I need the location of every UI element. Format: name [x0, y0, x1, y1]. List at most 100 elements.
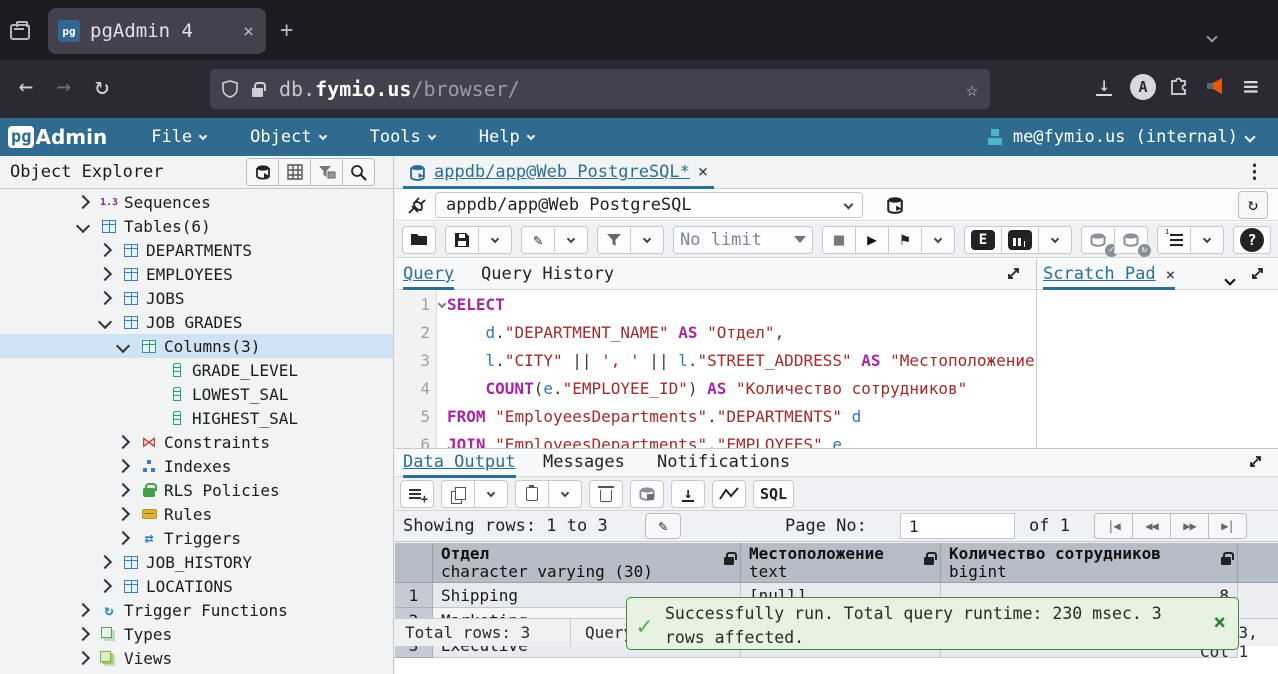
edit-pencil-button[interactable]: ✎: [521, 226, 555, 254]
tree-item-views[interactable]: Views: [0, 646, 393, 670]
sql-editor[interactable]: 123456 SELECT d."DEPARTMENT_NAME" AS "От…: [395, 291, 1036, 448]
save-dropdown-button[interactable]: [478, 226, 512, 254]
back-button[interactable]: ←: [8, 72, 44, 100]
expander-chevron-icon[interactable]: [76, 219, 90, 233]
tab-data-output[interactable]: Data Output: [403, 452, 516, 478]
code-line[interactable]: FROM "EmployeesDepartments"."DEPARTMENTS…: [447, 403, 1036, 431]
list-all-tabs-icon[interactable]: [1208, 26, 1216, 45]
last-page-button[interactable]: ▶|: [1208, 513, 1247, 539]
forward-button[interactable]: →: [46, 72, 82, 100]
tree-item-columns-3-[interactable]: Columns(3): [0, 334, 393, 358]
tree-item-lowest-sal[interactable]: LOWEST_SAL: [0, 382, 393, 406]
search-button[interactable]: [342, 158, 375, 186]
expander-chevron-icon[interactable]: [98, 291, 112, 305]
expander-chevron-icon[interactable]: [76, 651, 90, 665]
database-quick-search-button[interactable]: [246, 158, 279, 186]
stop-button[interactable]: ■: [822, 226, 856, 254]
shield-icon[interactable]: [222, 80, 238, 98]
graph-visualiser-button[interactable]: [712, 480, 746, 508]
tree-item-constraints[interactable]: ⋈Constraints: [0, 430, 393, 454]
toast-close-icon[interactable]: ×: [1213, 610, 1226, 634]
expander-chevron-icon[interactable]: [98, 579, 112, 593]
code-line[interactable]: JOIN "EmployeesDepartments"."EMPLOYEES" …: [447, 431, 1036, 448]
execute-options-flag-button[interactable]: ⚑: [888, 226, 922, 254]
open-file-button[interactable]: [402, 226, 436, 254]
tab-messages[interactable]: Messages: [543, 452, 625, 472]
megaphone-extension-icon[interactable]: [1205, 75, 1229, 97]
firefox-view-icon[interactable]: [10, 20, 34, 42]
hamburger-menu-icon[interactable]: ≡: [1243, 72, 1259, 102]
account-icon[interactable]: A: [1130, 74, 1156, 100]
downloads-icon[interactable]: ↓: [1096, 74, 1112, 96]
menu-file[interactable]: File: [151, 127, 206, 147]
menu-tools[interactable]: Tools: [370, 127, 435, 147]
copy-button[interactable]: [441, 480, 475, 508]
expander-chevron-icon[interactable]: [116, 435, 130, 449]
grid-column-header[interactable]: Местоположение text: [741, 543, 941, 582]
address-bar[interactable]: db.fymio.us/browser/ ☆: [210, 69, 990, 109]
tree-item-trigger-functions[interactable]: ↻Trigger Functions: [0, 598, 393, 622]
explain-analyze-chart-button[interactable]: [1001, 226, 1039, 254]
tab-query[interactable]: Query: [403, 264, 454, 290]
add-row-button[interactable]: [400, 480, 434, 508]
expander-chevron-icon[interactable]: [116, 483, 130, 497]
delete-row-button[interactable]: [589, 480, 623, 508]
expander-chevron-icon[interactable]: [116, 507, 130, 521]
tree-item-departments[interactable]: DEPARTMENTS: [0, 238, 393, 262]
tree-item-triggers[interactable]: ⇄Triggers: [0, 526, 393, 550]
execute-dropdown-button[interactable]: [921, 226, 955, 254]
expander-chevron-icon[interactable]: [116, 339, 130, 353]
edit-rows-pencil-button[interactable]: ✎: [645, 513, 681, 539]
limit-select[interactable]: No limit: [673, 226, 813, 254]
scratch-pad-body[interactable]: [1037, 291, 1278, 448]
expander-chevron-icon[interactable]: [98, 267, 112, 281]
tree-item-job-grades[interactable]: JOB GRADES: [0, 310, 393, 334]
code-line[interactable]: l."CITY" || ', ' || l."STREET_ADDRESS" A…: [447, 347, 1036, 375]
tree-item-locations[interactable]: LOCATIONS: [0, 574, 393, 598]
paste-dropdown-button[interactable]: [548, 480, 582, 508]
query-tool-tab[interactable]: appdb/app@Web PostgreSQL* ×: [403, 158, 714, 189]
expander-chevron-icon[interactable]: [98, 243, 112, 257]
collapse-scratch-pad-icon[interactable]: [1226, 269, 1234, 288]
commit-database-icon[interactable]: ✓: [1081, 226, 1115, 254]
explain-dropdown-button[interactable]: [1038, 226, 1072, 254]
tree-item-job-history[interactable]: JOB_HISTORY: [0, 550, 393, 574]
scratch-pad-close-icon[interactable]: ×: [1166, 265, 1176, 284]
grid-view-button[interactable]: [278, 158, 311, 186]
code-line[interactable]: d."DEPARTMENT_NAME" AS "Отдел",: [447, 319, 1036, 347]
lock-icon[interactable]: [252, 88, 263, 97]
maximize-output-panel-icon[interactable]: [1248, 454, 1264, 470]
expander-chevron-icon[interactable]: [76, 603, 90, 617]
expander-chevron-icon[interactable]: [116, 459, 130, 473]
tree-item-rules[interactable]: Rules: [0, 502, 393, 526]
macros-dropdown-button[interactable]: [1190, 226, 1224, 254]
tree-item-employees[interactable]: EMPLOYEES: [0, 262, 393, 286]
tab-scratch-pad[interactable]: Scratch Pad ×: [1043, 264, 1175, 290]
expander-chevron-icon[interactable]: [76, 195, 90, 209]
grid-corner-cell[interactable]: [395, 543, 433, 582]
expander-chevron-icon[interactable]: [76, 627, 90, 641]
code-line[interactable]: COUNT(e."EMPLOYEE_ID") AS "Количество со…: [447, 375, 1036, 403]
tree-item-jobs[interactable]: JOBS: [0, 286, 393, 310]
new-tab-button[interactable]: +: [280, 22, 293, 40]
tree-item-highest-sal[interactable]: HIGHEST_SAL: [0, 406, 393, 430]
rollback-database-icon[interactable]: ↻: [1114, 226, 1148, 254]
sql-button[interactable]: SQL: [753, 480, 794, 508]
paste-button[interactable]: [515, 480, 549, 508]
bookmark-star-icon[interactable]: ☆: [966, 77, 978, 101]
expander-chevron-icon[interactable]: [98, 315, 112, 329]
grid-column-header[interactable]: Количество сотрудников bigint: [941, 543, 1238, 582]
filter-dropdown-button[interactable]: [630, 226, 664, 254]
save-file-button[interactable]: [445, 226, 479, 254]
save-data-changes-button[interactable]: [630, 480, 664, 508]
explain-button[interactable]: E: [964, 226, 1002, 254]
reload-button[interactable]: ↻: [84, 72, 120, 100]
maximize-scratch-pad-icon[interactable]: [1250, 266, 1266, 282]
grid-column-header[interactable]: Отдел character varying (30): [433, 543, 741, 582]
new-connection-database-icon[interactable]: [877, 192, 913, 218]
query-tool-tab-close-icon[interactable]: ×: [698, 162, 708, 182]
fold-chevron-icon[interactable]: [438, 300, 446, 308]
tree-item-rls-policies[interactable]: RLS Policies: [0, 478, 393, 502]
tree-item-sequences[interactable]: 1.3Sequences: [0, 190, 393, 214]
download-results-button[interactable]: ↓: [671, 480, 705, 508]
